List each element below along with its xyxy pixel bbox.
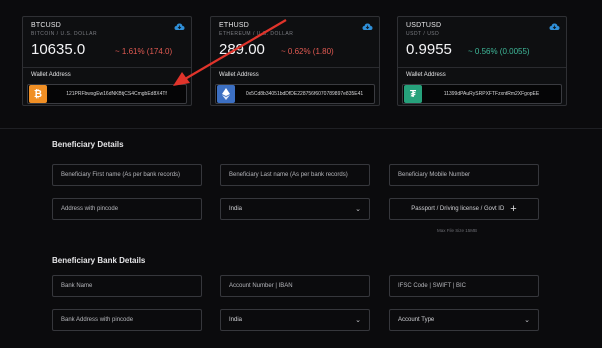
ticker-description: ETHEREUM / U.S. DOLLAR bbox=[219, 31, 294, 37]
first-name-input[interactable]: Beneficiary First name (As per bank reco… bbox=[52, 164, 202, 186]
mobile-number-input[interactable]: Beneficiary Mobile Number bbox=[389, 164, 539, 186]
cloud-icon[interactable] bbox=[362, 22, 373, 31]
chevron-down-icon: ⌄ bbox=[355, 317, 361, 324]
account-type-select[interactable]: Account Type ⌄ bbox=[389, 309, 539, 331]
ticker-card-usdt: USDTUSD USDT / USD 0.9955 ~ 0.56% (0.005… bbox=[397, 16, 567, 106]
section-divider bbox=[0, 128, 602, 129]
cloud-icon[interactable] bbox=[549, 22, 560, 31]
wallet-address-field[interactable]: ₮ 11399dPAuRySRPXFTFzxntRm2XFgopEE bbox=[402, 84, 562, 104]
ifsc-code-input[interactable]: IFSC Code | SWIFT | BIC bbox=[389, 275, 539, 297]
ticker-change: ~ 0.56% (0.0055) bbox=[468, 47, 530, 56]
wallet-address-label: Wallet Address bbox=[31, 72, 71, 78]
bank-name-input[interactable]: Bank Name bbox=[52, 275, 202, 297]
ticker-description: USDT / USD bbox=[406, 31, 440, 37]
bank-country-select[interactable]: India ⌄ bbox=[220, 309, 370, 331]
id-upload-button[interactable]: Passport / Driving license / Govt ID + bbox=[389, 198, 539, 220]
account-number-input[interactable]: Account Number | IBAN bbox=[220, 275, 370, 297]
max-file-size-note: Max File Size 15MB bbox=[437, 228, 478, 233]
ticker-change: ~ 1.61% (174.0) bbox=[115, 47, 173, 56]
wallet-address-value[interactable]: 11399dPAuRySRPXFTFzxntRm2XFgopEE bbox=[422, 91, 561, 97]
id-upload-label: Passport / Driving license / Govt ID bbox=[411, 206, 505, 212]
ticker-description: BITCOIN / U.S. DOLLAR bbox=[31, 31, 98, 37]
ticker-card-btc: BTCUSD BITCOIN / U.S. DOLLAR 10635.0 ~ 1… bbox=[22, 16, 192, 106]
card-divider bbox=[211, 67, 379, 68]
ticker-symbol: USDTUSD bbox=[406, 22, 442, 29]
country-select[interactable]: India ⌄ bbox=[220, 198, 370, 220]
ethereum-icon bbox=[217, 85, 235, 103]
beneficiary-details-title: Beneficiary Details bbox=[52, 140, 124, 149]
wallet-address-value[interactable]: 121PRFbwsgEw16dNKBtjCS4CmgbEd8X4Tf bbox=[47, 91, 186, 97]
wallet-address-label: Wallet Address bbox=[406, 72, 446, 78]
plus-icon: + bbox=[510, 203, 517, 215]
card-divider bbox=[23, 67, 191, 68]
ticker-card-eth: ETHUSD ETHEREUM / U.S. DOLLAR 289.00 ~ 0… bbox=[210, 16, 380, 106]
country-select-value: India bbox=[229, 206, 243, 212]
cloud-icon[interactable] bbox=[174, 22, 185, 31]
ticker-price: 10635.0 bbox=[31, 41, 86, 58]
chevron-down-icon: ⌄ bbox=[355, 206, 361, 213]
address-input[interactable]: Address with pincode bbox=[52, 198, 202, 220]
bank-address-input[interactable]: Bank Address with pincode bbox=[52, 309, 202, 331]
bitcoin-icon: ₿ bbox=[29, 85, 47, 103]
wallet-address-field[interactable]: 0x5Cd8b34051bdDfDE228756f6070789897e835E… bbox=[215, 84, 375, 104]
account-type-select-value: Account Type bbox=[398, 317, 435, 323]
wallet-address-field[interactable]: ₿ 121PRFbwsgEw16dNKBtjCS4CmgbEd8X4Tf bbox=[27, 84, 187, 104]
ticker-price: 0.9955 bbox=[406, 41, 452, 58]
ticker-change: ~ 0.62% (1.80) bbox=[281, 47, 334, 56]
tether-icon: ₮ bbox=[404, 85, 422, 103]
card-divider bbox=[398, 67, 566, 68]
wallet-address-value[interactable]: 0x5Cd8b34051bdDfDE228756f6070789897e835E… bbox=[235, 91, 374, 97]
ticker-symbol: BTCUSD bbox=[31, 22, 61, 29]
bank-details-title: Beneficiary Bank Details bbox=[52, 256, 146, 265]
ticker-symbol: ETHUSD bbox=[219, 22, 249, 29]
ticker-price: 289.00 bbox=[219, 41, 265, 58]
last-name-input[interactable]: Beneficiary Last name (As per bank recor… bbox=[220, 164, 370, 186]
wallet-address-label: Wallet Address bbox=[219, 72, 259, 78]
chevron-down-icon: ⌄ bbox=[524, 317, 530, 324]
bank-country-select-value: India bbox=[229, 317, 243, 323]
